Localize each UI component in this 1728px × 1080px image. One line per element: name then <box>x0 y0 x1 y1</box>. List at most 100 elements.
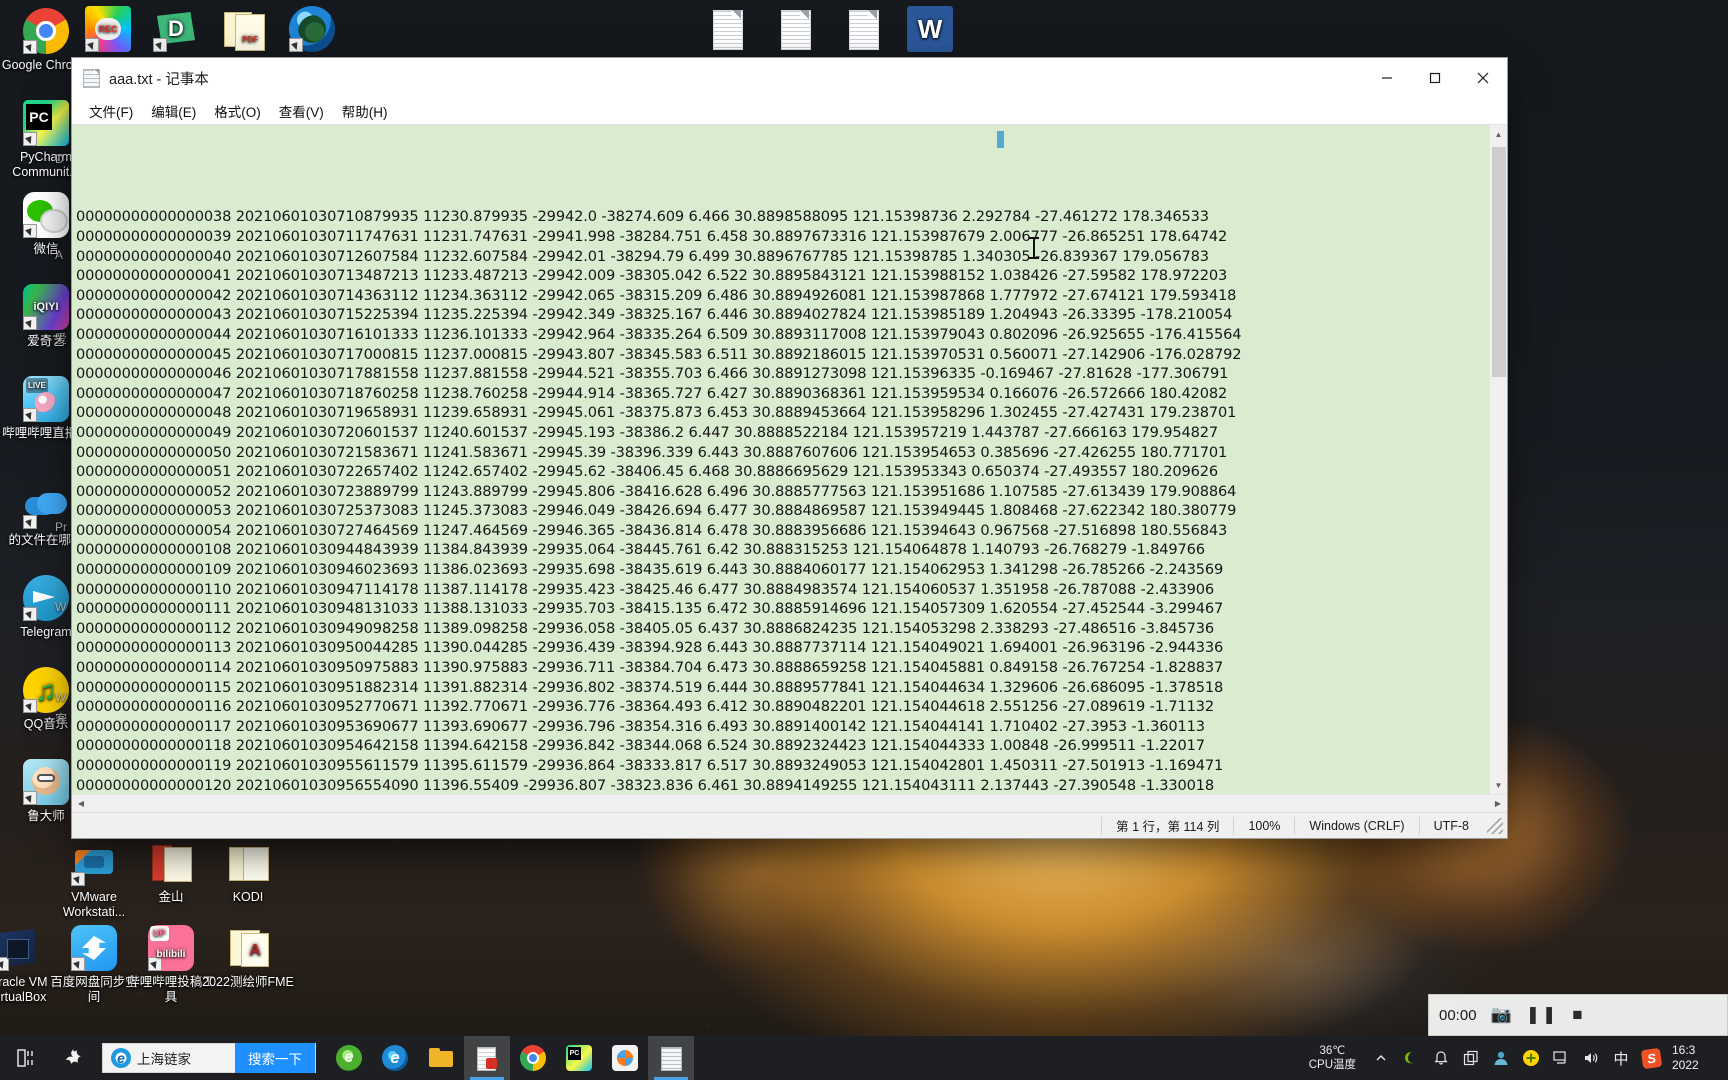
menu-file[interactable]: 文件(F) <box>80 99 142 123</box>
editor-line: 00000000000000046 20210601030717881558 1… <box>76 365 1229 383</box>
editor-line: 00000000000000116 20210601030952770671 1… <box>76 698 1215 716</box>
taskbar-360-browser-icon <box>336 1045 362 1071</box>
desktop-icon-wechat-glyph <box>23 192 69 238</box>
shortcut-arrow-icon <box>23 607 37 621</box>
tray-volume-icon[interactable] <box>1576 1036 1606 1080</box>
desktop-icon-text-document-3-glyph <box>839 6 885 52</box>
cpu-temp-value: 36℃ <box>1319 1045 1346 1057</box>
taskbar-pycharm[interactable] <box>556 1036 602 1080</box>
desktop-icon-screen-recorder-glyph <box>85 6 131 52</box>
menu-view[interactable]: 查看(V) <box>270 99 333 123</box>
scroll-down-arrow-icon[interactable]: ▼ <box>1490 776 1507 794</box>
tray-sogou-ime-icon[interactable]: S <box>1636 1036 1666 1080</box>
editor-line: 00000000000000050 20210601030721583671 1… <box>76 443 1228 461</box>
recorder-stop-icon[interactable]: ■ <box>1572 1005 1582 1025</box>
minimize-button[interactable] <box>1363 58 1411 98</box>
taskbar: 上海链家 搜索一下 36℃ CPU温度 <box>0 1036 1728 1080</box>
screen-recorder-overlay[interactable]: 00:00 📷 ❚❚ ■ <box>1428 994 1728 1036</box>
shortcut-arrow-icon <box>148 957 162 971</box>
tray-clipboard-icon[interactable] <box>1456 1036 1486 1080</box>
scroll-up-arrow-icon[interactable]: ▲ <box>1490 125 1507 143</box>
desktop-icon-bilibili-live-glyph <box>23 376 69 422</box>
clock-time: 16:3 <box>1672 1043 1696 1057</box>
desktop-icon-word-document[interactable]: W <box>884 6 976 56</box>
search-submit-button[interactable]: 搜索一下 <box>235 1043 315 1073</box>
editor-line: 00000000000000042 20210601030714363112 1… <box>76 286 1237 304</box>
taskbar-microsoft-edge[interactable] <box>372 1036 418 1080</box>
desktop-partial-label: Pr <box>55 520 67 534</box>
desktop-partial-label: W <box>55 600 67 614</box>
shortcut-arrow-icon <box>23 408 37 422</box>
cpu-temperature-indicator[interactable]: 36℃ CPU温度 <box>1303 1036 1366 1080</box>
desktop-icon-telegram-glyph <box>23 575 69 621</box>
resize-grip-icon[interactable] <box>1487 817 1503 834</box>
editor-line: 00000000000000043 20210601030715225394 1… <box>76 306 1233 324</box>
desktop-icon-kodi-glyph <box>225 840 271 886</box>
ie-icon <box>111 1048 131 1068</box>
text-editor-area[interactable]: 00000000000000038 20210601030710879935 1… <box>72 125 1489 794</box>
menu-edit[interactable]: 编辑(E) <box>142 99 205 123</box>
scroll-left-arrow-icon[interactable]: ◀ <box>72 795 90 812</box>
search-input[interactable]: 上海链家 <box>137 1048 235 1068</box>
recorder-elapsed-time: 00:00 <box>1439 1006 1477 1024</box>
vertical-scroll-thumb[interactable] <box>1492 147 1506 377</box>
scroll-right-arrow-icon[interactable]: ▶ <box>1489 795 1507 812</box>
taskbar-360-browser[interactable] <box>326 1036 372 1080</box>
tray-notification-bell-icon[interactable] <box>1426 1036 1456 1080</box>
taskbar-pdf-reader-icon <box>474 1045 500 1071</box>
horizontal-scroll-track[interactable] <box>90 795 1489 812</box>
editor-line: 00000000000000038 20210601030710879935 1… <box>76 208 1209 226</box>
desktop-icon-kodi[interactable]: KODI <box>202 840 294 905</box>
taskbar-notepad[interactable] <box>648 1036 694 1080</box>
horizontal-scroll-thumb[interactable] <box>90 797 1270 811</box>
editor-line: 00000000000000049 20210601030720601537 1… <box>76 423 1219 441</box>
editor-line: 00000000000000048 20210601030719658931 1… <box>76 404 1237 422</box>
taskbar-file-explorer[interactable] <box>418 1036 464 1080</box>
tray-network-icon[interactable] <box>1546 1036 1576 1080</box>
notepad-window[interactable]: aaa.txt - 记事本 文件(F) 编辑(E) 格式(O) 查看(V) 帮助(H) … <box>72 58 1507 838</box>
desktop-icon-oracle-vm-virtualbox-glyph <box>0 925 41 971</box>
editor-line: 00000000000000118 20210601030954642158 1… <box>76 737 1205 755</box>
start-button[interactable] <box>0 1036 52 1080</box>
taskbar-clock[interactable]: 16:3 2022 <box>1666 1036 1724 1080</box>
status-line-ending[interactable]: Windows (CRLF) <box>1294 816 1418 835</box>
desktop-icon-bilibili-upload-tool-glyph <box>148 925 194 971</box>
menu-format[interactable]: 格式(O) <box>205 99 270 123</box>
taskbar-google-chrome-icon <box>520 1045 546 1071</box>
close-button[interactable] <box>1459 58 1507 98</box>
desktop-icon-text-document-1-glyph <box>703 6 749 52</box>
status-encoding[interactable]: UTF-8 <box>1418 816 1483 835</box>
horizontal-scrollbar[interactable]: ◀ ▶ <box>72 794 1507 812</box>
shortcut-arrow-icon <box>23 791 37 805</box>
desktop-icon-text-document-2-glyph <box>771 6 817 52</box>
taskbar-pycharm-icon <box>566 1045 592 1071</box>
taskbar-google-chrome[interactable] <box>510 1036 556 1080</box>
desktop-icon-2022-surveyor-fme[interactable]: 2022测绘师FME <box>202 925 294 990</box>
taskbar-sogou-browser[interactable] <box>602 1036 648 1080</box>
tray-update-icon[interactable] <box>1516 1036 1546 1080</box>
desktop-icon-iqiyi-glyph <box>23 284 69 330</box>
desktop-partial-label: 客 <box>55 712 68 726</box>
menu-help[interactable]: 帮助(H) <box>333 99 397 123</box>
editor-line: 00000000000000039 20210601030711747631 1… <box>76 227 1228 245</box>
task-view-button[interactable] <box>52 1036 96 1080</box>
tray-ime-chinese-icon[interactable]: 中 <box>1606 1036 1636 1080</box>
vertical-scrollbar[interactable]: ▲ ▼ <box>1489 125 1507 794</box>
taskbar-search-box[interactable]: 上海链家 搜索一下 <box>102 1043 316 1073</box>
notepad-title-bar[interactable]: aaa.txt - 记事本 <box>72 58 1507 98</box>
recorder-screenshot-icon[interactable]: 📷 <box>1491 1005 1512 1025</box>
clock-date: 2022 <box>1672 1058 1699 1072</box>
shortcut-arrow-icon <box>85 38 99 52</box>
desktop-icon-baidu-netdisk-sync-glyph <box>71 925 117 971</box>
recorder-pause-icon[interactable]: ❚❚ <box>1526 1005 1559 1025</box>
shortcut-arrow-icon <box>71 872 85 886</box>
desktop-icon-globe-app[interactable] <box>266 6 358 56</box>
status-zoom-level[interactable]: 100% <box>1233 816 1294 835</box>
maximize-button[interactable] <box>1411 58 1459 98</box>
tray-user-account-icon[interactable] <box>1486 1036 1516 1080</box>
tray-show-hidden-icons[interactable] <box>1366 1036 1396 1080</box>
tray-nvidia-icon[interactable] <box>1396 1036 1426 1080</box>
taskbar-pdf-reader[interactable] <box>464 1036 510 1080</box>
editor-line: 00000000000000111 20210601030948131033 1… <box>76 600 1224 618</box>
notepad-icon <box>82 69 100 88</box>
